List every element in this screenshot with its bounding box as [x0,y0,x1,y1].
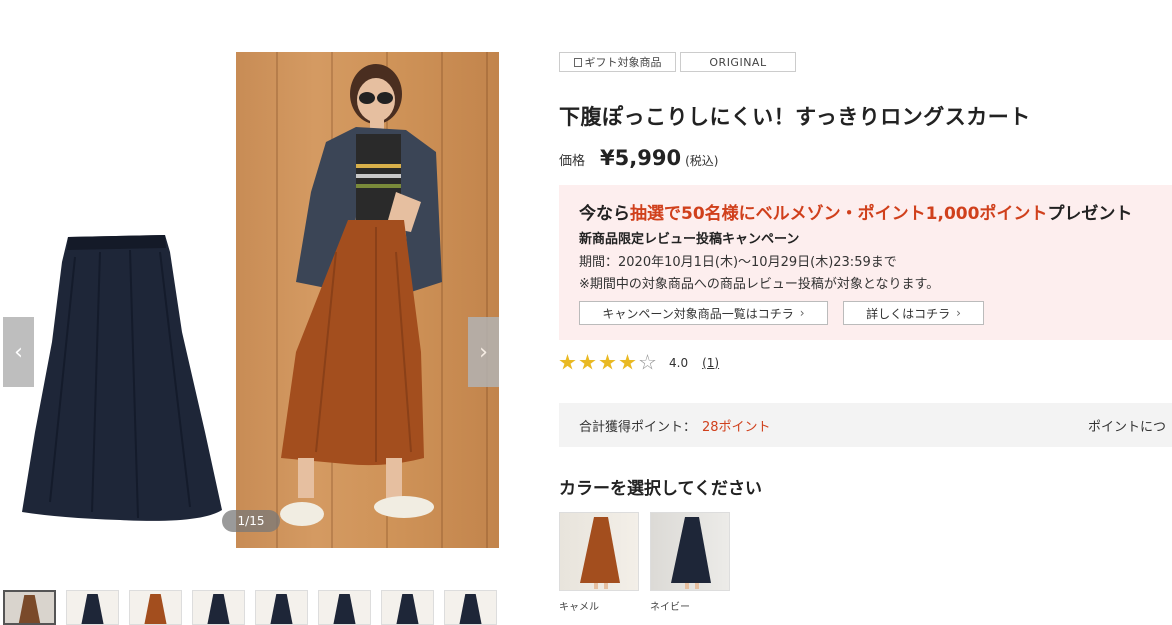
thumbnail-skirt-image [205,594,232,624]
chevron-left-icon: ‹ [14,339,23,365]
points-label: 合計獲得ポイント： [579,419,697,435]
campaign-detail-label: 詳しくはコチラ [866,306,951,321]
price-value: ¥5,990 [600,146,682,170]
star-filled-icon [559,354,576,370]
tax-note: (税込) [685,154,719,168]
thumbnail-7[interactable] [381,590,434,625]
gift-icon [573,57,582,67]
thumbnail-4[interactable] [192,590,245,625]
thumbnail-skirt-image [457,594,484,624]
thumbnail-skirt-image [331,594,358,624]
thumbnail-1[interactable] [3,590,56,625]
main-photo-area[interactable]: ‹ › [0,52,500,548]
campaign-buttons: キャンペーン対象商品一覧はコチラ › 詳しくはコチラ › [579,301,1172,325]
campaign-banner: 今なら抽選で50名様にベルメゾン・ポイント1,000ポイントプレゼント 新商品限… [559,185,1172,340]
product-tags: ギフト対象商品 ORIGINAL [559,52,796,72]
points-value: 28ポイント [702,419,771,435]
color-swatch-label: ネイビー [650,602,690,613]
thumbnail-5[interactable] [255,590,308,625]
star-filled-icon [599,354,616,370]
color-select-title: カラーを選択してください [559,479,762,499]
chevron-right-icon: › [799,306,805,320]
color-swatch[interactable]: ネイビー [650,512,730,613]
original-tag[interactable]: ORIGINAL [680,52,796,72]
campaign-headline: 今なら抽選で50名様にベルメゾン・ポイント1,000ポイントプレゼント [579,199,1172,224]
star-empty-icon [639,354,656,370]
campaign-list-label: キャンペーン対象商品一覧はコチラ [602,306,794,321]
review-count-link[interactable]: (1) [702,356,719,370]
thumbnail-8[interactable] [444,590,497,625]
campaign-period: 期間：2020年10月1日(木)〜10月29日(木)23:59まで [579,255,897,270]
gallery-next-button[interactable]: › [468,317,499,387]
product-title: 下腹ぽっこりしにくい！すっきりロングスカート [559,105,1031,129]
price-row: 価格 ¥5,990 (税込) [559,146,718,170]
color-swatch[interactable]: キャメル [559,512,639,613]
thumbnail-skirt-image [16,595,43,623]
gallery-prev-button[interactable]: ‹ [3,317,34,387]
campaign-headline-highlight: 抽選で50名様にベルメゾン・ポイント1,000ポイント [630,204,1048,224]
thumbnail-3[interactable] [129,590,182,625]
thumbnail-skirt-image [79,594,106,624]
rating-row: 4.0 (1) [559,354,719,371]
image-counter: 1/15 [222,510,280,532]
product-gallery: ‹ › 1/15 [0,0,510,625]
thumbnail-2[interactable] [66,590,119,625]
points-box: 合計獲得ポイント： 28ポイント ポイントにつ [559,403,1172,447]
campaign-subtitle: 新商品限定レビュー投稿キャンペーン [579,232,800,247]
color-swatch-image [559,512,639,591]
campaign-headline-post: プレゼント [1047,204,1133,224]
color-swatches: キャメル ネイビー [559,512,730,613]
navy-skirt-photo [0,52,236,548]
thumbnail-skirt-image [268,594,295,624]
gift-tag-label: ギフト対象商品 [584,56,662,69]
price-label: 価格 [559,154,586,169]
star-filled-icon [579,354,596,370]
campaign-note: ※期間中の対象商品への商品レビュー投稿が対象となります。 [579,277,940,292]
thumbnail-6[interactable] [318,590,371,625]
product-info: ギフト対象商品 ORIGINAL 下腹ぽっこりしにくい！すっきりロングスカート … [559,0,1172,625]
campaign-headline-pre: 今なら [579,204,630,224]
star-filled-icon [619,354,636,370]
chevron-right-icon: › [956,306,961,320]
thumbnail-skirt-image [142,594,169,624]
points-info-link[interactable]: ポイントにつ [1088,416,1166,435]
chevron-right-icon: › [479,339,488,365]
model-photo [236,52,499,548]
color-swatch-label: キャメル [559,602,599,613]
rating-value: 4.0 [669,355,689,370]
thumbnail-skirt-image [394,594,421,624]
campaign-list-button[interactable]: キャンペーン対象商品一覧はコチラ › [579,301,828,325]
gift-tag[interactable]: ギフト対象商品 [559,52,676,72]
color-swatch-image [650,512,730,591]
thumbnail-strip [3,590,497,625]
rating-stars [559,354,659,371]
campaign-detail-button[interactable]: 詳しくはコチラ › [843,301,984,325]
